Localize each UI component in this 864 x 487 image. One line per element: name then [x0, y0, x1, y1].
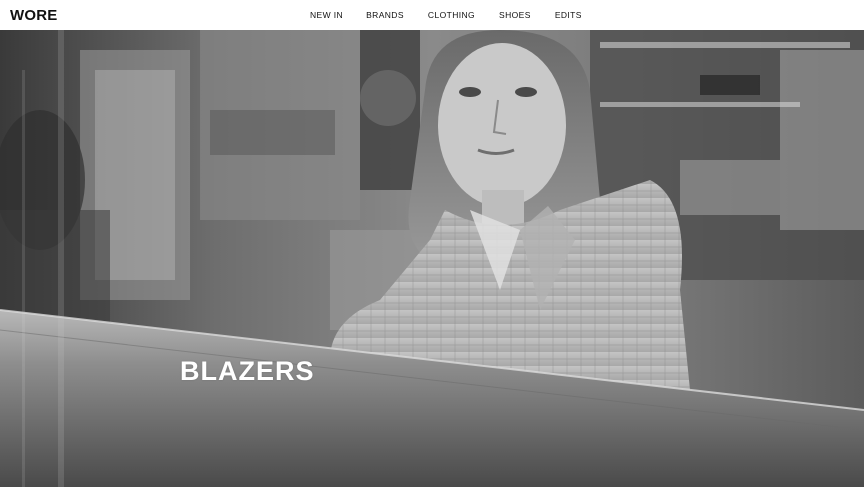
- hero-title-blazers[interactable]: BLAZERS: [180, 356, 315, 387]
- site-logo[interactable]: WORE: [10, 7, 57, 24]
- hero-banner[interactable]: BLAZERS: [0, 30, 864, 487]
- nav-item-clothing[interactable]: CLOTHING: [428, 10, 475, 20]
- top-navigation-bar: WORE NEW IN BRANDS CLOTHING SHOES EDITS: [0, 0, 864, 30]
- nav-item-edits[interactable]: EDITS: [555, 10, 582, 20]
- nav-item-brands[interactable]: BRANDS: [366, 10, 404, 20]
- nav-item-shoes[interactable]: SHOES: [499, 10, 531, 20]
- nav-item-new-in[interactable]: NEW IN: [310, 10, 343, 20]
- main-nav: NEW IN BRANDS CLOTHING SHOES EDITS: [310, 0, 582, 30]
- hero-image: [0, 30, 864, 487]
